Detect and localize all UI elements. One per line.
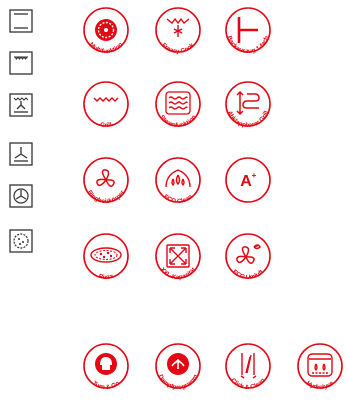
feature-label: Abklappbarer Grill [226,110,270,129]
bottom-heat-fan-icon [9,93,33,117]
energy-class-letter: A [240,173,252,190]
xxl-capacity-icon [166,244,190,268]
pizza-feature: Pizza [79,233,133,289]
svg-text:Grill: Grill [100,121,113,129]
feature-label: ECO Umluft [231,268,265,281]
hydrolyse-feature: Hydrolyse [293,343,347,399]
eco-fan-icon [236,244,261,264]
energy-class-plus: + [252,171,257,180]
steam-program-icon [167,353,189,375]
pizza-stage-icon [9,229,33,253]
steam-program-feature: Dampfprogramm [151,343,205,399]
svg-text:ECO Umluft: ECO Umluft [231,268,265,281]
turn-and-go-icon [95,353,117,375]
turn-and-go-feature: Turn & Go [79,343,133,399]
ring-heater-feature: Ringheizkörper [79,157,133,213]
foldable-grill-icon [236,90,260,116]
fan-bottom-heat-icon [9,142,33,166]
telescopic-rail-icon [237,17,258,43]
feature-label: XXL-Kapazität [159,266,198,281]
top-bottom-heat-icon [9,9,33,33]
svg-text:Ringheizkörper: Ringheizkörper [86,189,127,205]
energy-class-icon: A + [240,171,256,190]
svg-text:Steamfunktion: Steamfunktion [158,114,198,129]
feature-label: Click & Clean [229,377,267,391]
svg-text:Turn & Go: Turn & Go [91,380,121,391]
feature-label: Dampfprogramm [157,373,200,391]
svg-text:Multifunktion: Multifunktion [88,41,125,55]
multifunction-feature: Multifunktion [79,7,133,63]
xxl-capacity-feature: XXL-Kapazität [151,233,205,289]
freasy-cook-icon [166,17,190,37]
hydrolyse-icon [307,353,333,377]
grill-feature: Grill [79,81,133,137]
multifunction-icon [95,19,117,41]
hot-air-icon [9,184,33,208]
steam-feature: Steamfunktion [151,81,205,137]
grill-icon [93,97,119,102]
feature-label: Backauszug 1-fach [226,35,271,55]
svg-text:Abklappbarer Grill: Abklappbarer Grill [226,110,270,129]
svg-text:ECO Clean: ECO Clean [162,193,194,205]
eco-clean-icon [165,169,191,188]
feature-label: Freasy Cook [160,41,196,55]
top-heat-grill-icon [9,51,33,75]
svg-text:Freasy Cook: Freasy Cook [160,41,196,55]
svg-text:Hydrolyse: Hydrolyse [305,380,335,392]
eco-fan-feature: ECO Umluft [221,233,275,289]
feature-label: Multifunktion [88,41,125,55]
feature-label: Hydrolyse [305,380,335,392]
svg-text:XXL-Kapazität: XXL-Kapazität [159,266,198,281]
click-and-clean-feature: Click & Clean [221,343,275,399]
steam-icon [165,91,191,115]
pizza-icon [90,247,122,263]
feature-label: Steamfunktion [158,114,198,129]
svg-text:Backauszug 1-fach: Backauszug 1-fach [226,35,271,55]
feature-label: Grill [100,121,113,129]
svg-text:Dampfprogramm: Dampfprogramm [157,373,200,391]
feature-label: ECO Clean [162,193,194,205]
eco-clean-feature: ECO Clean [151,157,205,213]
freasy-cook-feature: Freasy Cook [151,7,205,63]
svg-text:Click & Clean: Click & Clean [229,377,267,391]
feature-label: Pizza [98,273,115,281]
svg-text:Pizza: Pizza [98,273,115,281]
feature-label: Ringheizkörper [86,189,127,205]
click-and-clean-icon [240,353,257,379]
energy-class-feature: A + [221,157,275,213]
ring-heater-fan-icon [96,169,115,187]
feature-label: Turn & Go [91,380,121,391]
foldable-grill-feature: Abklappbarer Grill [221,81,275,137]
telescopic-rail-feature: Backauszug 1-fach [221,7,275,63]
